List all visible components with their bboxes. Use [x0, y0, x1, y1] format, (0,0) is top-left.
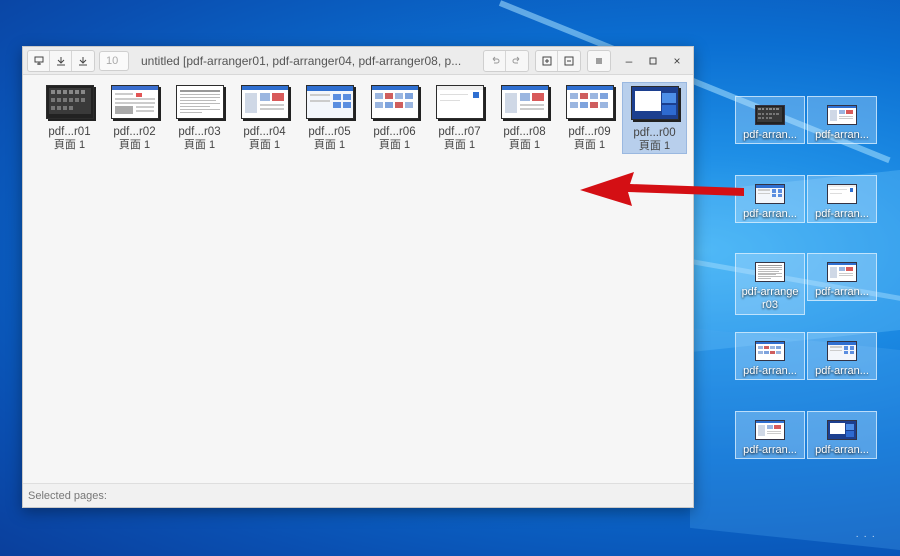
desktop-pdf-file-icon[interactable]: pdf-arran...: [807, 175, 877, 223]
desktop-pdf-file-icon[interactable]: pdf-arrange r03: [735, 253, 805, 315]
close-icon[interactable]: ×: [665, 51, 689, 71]
watermark: · · ·: [855, 531, 876, 542]
page-thumbnail[interactable]: pdf...r05 頁面 1: [297, 82, 362, 154]
desktop-pdf-file-icon[interactable]: pdf-arran...: [735, 332, 805, 380]
pdf-file-icon: [755, 184, 785, 204]
desktop-file-label: pdf-arran...: [815, 444, 869, 456]
page-file-label: pdf...r06: [373, 126, 416, 138]
page-number-label: 頁面 1: [378, 139, 411, 151]
desktop-pdf-file-icon[interactable]: pdf-arran...: [807, 96, 877, 144]
desktop-file-label: pdf-arrange r03: [741, 286, 799, 311]
desktop-file-label: pdf-arran...: [815, 286, 869, 298]
page-preview-image: [45, 85, 94, 119]
file-toolbar-group: [27, 49, 95, 72]
page-file-label: pdf...r05: [308, 126, 351, 138]
desktop-pdf-file-icon[interactable]: pdf-arran...: [807, 411, 877, 459]
minimize-icon[interactable]: –: [617, 51, 641, 71]
page-preview-image: [370, 85, 419, 119]
desktop-file-label: pdf-arran...: [743, 365, 797, 377]
pdf-file-icon: [755, 262, 785, 282]
page-thumbnail-area[interactable]: pdf...r01 頁面 1 pdf...r02 頁面 1 pdf...r03 頁面 1p…: [23, 76, 693, 483]
pdf-file-icon: [827, 341, 857, 361]
page-preview-image: [175, 85, 224, 119]
page-preview-image: [565, 85, 614, 119]
page-preview-image: [435, 85, 484, 119]
zoom-out-icon[interactable]: [558, 51, 580, 71]
page-file-label: pdf...r03: [178, 126, 221, 138]
page-file-label: pdf...r01: [48, 126, 91, 138]
page-number-label: 頁面 1: [183, 139, 216, 151]
page-number-label: 頁面 1: [508, 139, 541, 151]
desktop-file-label: pdf-arran...: [815, 208, 869, 220]
maximize-icon[interactable]: [641, 51, 665, 71]
export-icon[interactable]: [72, 51, 94, 71]
desktop-file-label: pdf-arran...: [743, 129, 797, 141]
menu-icon[interactable]: [588, 51, 610, 71]
desktop-file-label: pdf-arran...: [815, 129, 869, 141]
page-thumbnail[interactable]: pdf...r03 頁面 1: [167, 82, 232, 154]
page-number-label: 頁面 1: [573, 139, 606, 151]
page-preview-image: [630, 86, 679, 120]
pdf-file-icon: [827, 105, 857, 125]
desktop-file-label: pdf-arran...: [743, 208, 797, 220]
title-bar: 10 untitled [pdf-arranger01, pdf-arrange…: [23, 47, 693, 75]
redo-icon[interactable]: [506, 51, 528, 71]
desktop-pdf-file-icon[interactable]: pdf-arran...: [735, 96, 805, 144]
pdf-arranger-window: 10 untitled [pdf-arranger01, pdf-arrange…: [22, 46, 694, 508]
pdf-file-icon: [755, 420, 785, 440]
page-thumbnail[interactable]: pdf...r00 頁面 1: [622, 82, 687, 154]
page-preview-image: [500, 85, 549, 119]
page-file-label: pdf...r09: [568, 126, 611, 138]
zoom-toolbar-group: [535, 49, 581, 72]
page-number-label: 頁面 1: [313, 139, 346, 151]
page-number-label: 頁面 1: [118, 139, 151, 151]
page-file-label: pdf...r00: [633, 127, 676, 139]
desktop-pdf-file-icon[interactable]: pdf-arran...: [807, 253, 877, 301]
page-file-label: pdf...r08: [503, 126, 546, 138]
insert-icon[interactable]: [28, 50, 50, 71]
desktop-pdf-file-icon[interactable]: pdf-arran...: [807, 332, 877, 380]
window-title: untitled [pdf-arranger01, pdf-arranger04…: [141, 53, 462, 68]
desktop-file-label: pdf-arran...: [815, 365, 869, 377]
import-icon[interactable]: [50, 50, 72, 71]
pdf-file-icon: [827, 420, 857, 440]
thumbnail-list: pdf...r01 頁面 1 pdf...r02 頁面 1 pdf...r03 頁面 1p…: [23, 76, 693, 154]
pdf-file-icon: [827, 184, 857, 204]
page-thumbnail[interactable]: pdf...r06 頁面 1: [362, 82, 427, 154]
menu-toolbar-group: [587, 49, 611, 72]
selected-pages-label: Selected pages:: [28, 489, 107, 502]
page-preview-image: [305, 85, 354, 119]
page-thumbnail[interactable]: pdf...r04 頁面 1: [232, 82, 297, 154]
edit-toolbar-group: [483, 49, 529, 72]
page-thumbnail[interactable]: pdf...r02 頁面 1: [102, 82, 167, 154]
page-file-label: pdf...r07: [438, 126, 481, 138]
page-preview-image: [110, 85, 159, 119]
undo-icon[interactable]: [484, 50, 506, 71]
pdf-file-icon: [755, 105, 785, 125]
red-arrow-annotation: [580, 172, 744, 206]
page-number-label: 頁面 1: [638, 140, 671, 152]
page-thumbnail[interactable]: pdf...r09 頁面 1: [557, 82, 622, 154]
zoom-in-icon[interactable]: [536, 50, 558, 71]
page-preview-image: [240, 85, 289, 119]
page-thumbnail[interactable]: pdf...r07 頁面 1: [427, 82, 492, 154]
page-file-label: pdf...r04: [243, 126, 286, 138]
status-bar: Selected pages:: [23, 483, 693, 507]
pdf-file-icon: [755, 341, 785, 361]
desktop-pdf-file-icon[interactable]: pdf-arran...: [735, 411, 805, 459]
page-file-label: pdf...r02: [113, 126, 156, 138]
desktop-file-label: pdf-arran...: [743, 444, 797, 456]
page-number-label: 頁面 1: [443, 139, 476, 151]
page-number-label: 頁面 1: [53, 139, 86, 151]
page-thumbnail[interactable]: pdf...r01 頁面 1: [37, 82, 102, 154]
page-number-label: 頁面 1: [248, 139, 281, 151]
page-number-input[interactable]: 10: [99, 50, 129, 71]
pdf-file-icon: [827, 262, 857, 282]
page-thumbnail[interactable]: pdf...r08 頁面 1: [492, 82, 557, 154]
